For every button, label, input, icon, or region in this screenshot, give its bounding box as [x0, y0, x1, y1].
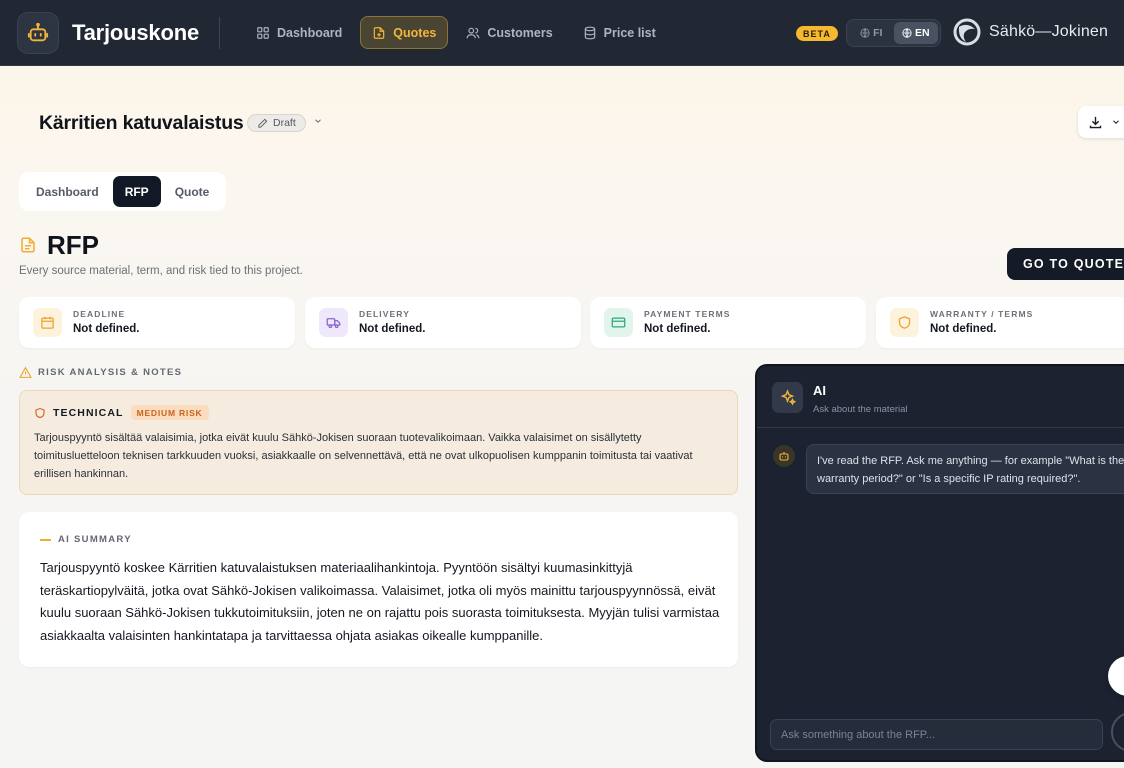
lang-fi-label: FI [873, 27, 883, 39]
users-icon [466, 27, 480, 38]
payment-terms-label: PAYMENT TERMS [644, 309, 731, 319]
chevron-down-icon[interactable] [313, 116, 323, 129]
lang-en[interactable]: EN [893, 22, 938, 44]
payment-terms-value: Not defined. [644, 323, 711, 335]
nav-dashboard[interactable]: Dashboard [244, 16, 354, 49]
deadline-card: DEADLINE Not defined. [19, 297, 295, 348]
robot-icon [773, 445, 795, 467]
tab-quote[interactable]: Quote [163, 176, 222, 207]
warranty-label: WARRANTY / TERMS [930, 309, 1034, 319]
globe-icon [860, 28, 870, 38]
ai-chat-input[interactable] [770, 719, 1103, 750]
nav-dashboard-label: Dashboard [277, 25, 343, 40]
ai-summary-label: AI SUMMARY [58, 534, 132, 545]
nav-customers-label: Customers [487, 25, 553, 40]
language-switcher: FI EN [846, 19, 941, 47]
pencil-icon [258, 118, 268, 128]
ai-summary-card: AI SUMMARY Tarjouspyyntö koskee Kärritie… [19, 512, 738, 667]
globe-icon [902, 28, 912, 38]
document-icon [19, 235, 37, 260]
status-badge[interactable]: Draft [247, 114, 306, 132]
tab-dashboard[interactable]: Dashboard [24, 176, 111, 207]
nav-quotes-label: Quotes [393, 25, 437, 40]
warranty-value: Not defined. [930, 323, 997, 335]
nav-quotes[interactable]: Quotes [360, 16, 449, 49]
nav-customers[interactable]: Customers [454, 16, 564, 49]
tab-rfp[interactable]: RFP [112, 176, 161, 207]
ai-summary-heading: AI SUMMARY [40, 534, 132, 545]
risk-heading: RISK ANALYSIS & NOTES [19, 366, 182, 379]
company-logo: Sähkö—Jokinen [953, 18, 1108, 46]
deadline-value: Not defined. [73, 323, 140, 335]
delivery-value: Not defined. [359, 323, 426, 335]
page-subtitle: Every source material, term, and risk ti… [19, 265, 303, 277]
risk-heading-label: RISK ANALYSIS & NOTES [38, 367, 183, 378]
nav-price-list-label: Price list [603, 25, 656, 40]
warning-icon [19, 366, 32, 378]
company-swirl-icon [953, 18, 981, 46]
sparkles-icon [772, 382, 803, 413]
app-brand[interactable]: Tarjouskone [72, 20, 199, 46]
delivery-label: DELIVERY [359, 309, 410, 319]
company-name: Sähkö—Jokinen [989, 23, 1109, 40]
top-bar: Tarjouskone Dashboard Quotes Customers P… [0, 0, 1124, 66]
credit-card-icon [604, 308, 633, 337]
calendar-icon [33, 308, 62, 337]
risk-card: TECHNICAL MEDIUM RISK Tarjouspyyntö sisä… [19, 390, 738, 495]
truck-icon [319, 308, 348, 337]
deadline-label: DEADLINE [73, 309, 126, 319]
project-tabs: Dashboard RFP Quote [19, 172, 226, 211]
shield-icon [890, 308, 919, 337]
brand-divider [219, 17, 220, 49]
download-button[interactable] [1078, 106, 1124, 138]
risk-level-badge: MEDIUM RISK [130, 405, 209, 420]
ai-chat-panel: AI Ask about the material I've read the … [755, 364, 1124, 762]
payment-terms-card: PAYMENT TERMS Not defined. [590, 297, 866, 348]
robot-logo-icon[interactable] [18, 13, 58, 53]
lang-en-label: EN [914, 27, 930, 39]
chevron-down-icon [1113, 120, 1119, 124]
lang-fi[interactable]: FI [849, 22, 894, 44]
summary-dash [40, 538, 51, 541]
ai-message: I've read the RFP. Ask me anything — for… [806, 444, 1124, 494]
status-label: Draft [273, 117, 296, 129]
grid-icon [257, 26, 269, 39]
project-title: Kärritien katuvalaistus [39, 112, 244, 134]
page-title: RFP [47, 230, 99, 260]
beta-badge: BETA [796, 26, 838, 41]
risk-card-header: TECHNICAL MEDIUM RISK [34, 405, 209, 420]
document-icon [374, 26, 385, 39]
risk-type: TECHNICAL [53, 406, 124, 419]
ai-summary-text: Tarjouspyyntö koskee Kärritien katuvalai… [40, 560, 720, 643]
ai-chat-header: AI Ask about the material [757, 366, 1124, 428]
ai-chat-title: AI [813, 383, 826, 398]
warranty-card: WARRANTY / TERMS Not defined. [876, 297, 1124, 348]
shield-icon [35, 407, 45, 418]
delivery-card: DELIVERY Not defined. [305, 297, 581, 348]
nav-price-list[interactable]: Price list [571, 16, 668, 49]
database-icon [584, 26, 595, 39]
ai-chat-subtitle: Ask about the material [813, 404, 908, 415]
risk-text: Tarjouspyyntö sisältää valaisimia, jotka… [34, 432, 693, 480]
main-nav: Dashboard Quotes Customers Price list [244, 16, 668, 49]
send-button[interactable] [1111, 712, 1124, 752]
go-to-quote-button[interactable]: GO TO QUOTE [1007, 248, 1124, 280]
download-icon [1089, 116, 1102, 128]
